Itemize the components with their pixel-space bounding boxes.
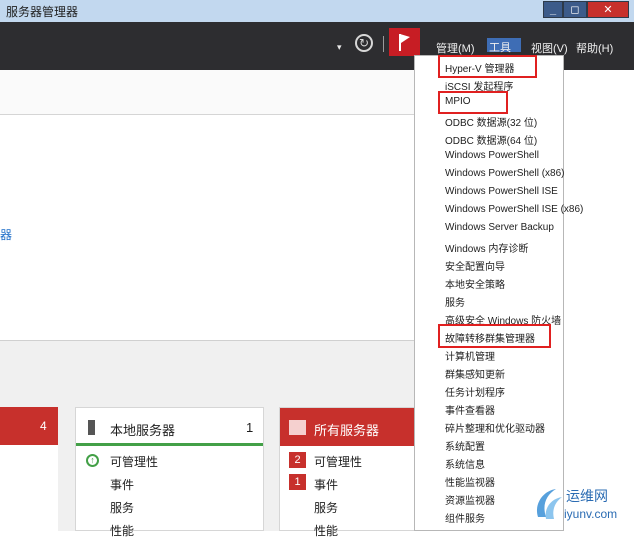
servers-icon <box>289 420 306 435</box>
menu-tools[interactable]: 工具(T) <box>487 38 521 67</box>
all-servers-title: 所有服务器 <box>314 423 380 438</box>
notification-flag-button[interactable] <box>389 28 420 56</box>
status-ok-icon: ↑ <box>86 454 99 467</box>
status-badge: 1 <box>289 474 306 490</box>
menu-item-system-information[interactable]: 系统信息 <box>445 456 485 471</box>
menu-item-event-viewer[interactable]: 事件查看器 <box>445 402 495 417</box>
partial-link[interactable]: 器 <box>0 226 12 243</box>
watermark-url: iyunv.com <box>564 507 618 521</box>
menu-item-cluster-aware-updating[interactable]: 群集感知更新 <box>445 366 505 381</box>
menu-view[interactable]: 视图(V) <box>531 40 568 56</box>
maximize-button[interactable]: ◻ <box>563 1 587 18</box>
menu-item-powershell-ise-x86[interactable]: Windows PowerShell ISE (x86) <box>445 204 583 215</box>
chevron-down-icon[interactable]: ▾ <box>337 42 342 53</box>
maximize-icon: ◻ <box>570 4 580 16</box>
highlight-box-mpio <box>438 91 508 114</box>
local-row-manageability[interactable]: 可管理性 <box>110 453 158 470</box>
menu-item-memory-diagnostic[interactable]: Windows 内存诊断 <box>445 240 528 255</box>
menu-item-performance-monitor[interactable]: 性能监视器 <box>445 474 495 489</box>
local-row-events[interactable]: 事件 <box>110 476 134 493</box>
menu-item-powershell-x86[interactable]: Windows PowerShell (x86) <box>445 168 565 179</box>
menu-item-powershell[interactable]: Windows PowerShell <box>445 150 539 161</box>
all-row-events[interactable]: 事件 <box>314 476 338 493</box>
menu-item-server-backup[interactable]: Windows Server Backup <box>445 222 554 233</box>
close-icon: ✕ <box>603 4 613 16</box>
minimize-icon: _ <box>549 3 557 16</box>
menu-help[interactable]: 帮助(H) <box>576 40 613 56</box>
menu-item-component-services[interactable]: 组件服务 <box>445 510 485 525</box>
menu-item-resource-monitor[interactable]: 资源监视器 <box>445 492 495 507</box>
menu-item-system-configuration[interactable]: 系统配置 <box>445 438 485 453</box>
all-servers-tile-header[interactable]: 所有服务器 <box>280 408 414 446</box>
watermark-name: 运维网 <box>566 488 608 504</box>
local-server-tile-header[interactable]: 本地服务器 1 <box>76 408 263 446</box>
roles-tile-header[interactable]: 4 <box>0 407 58 445</box>
title-bar: 服务器管理器 _ ◻ ✕ <box>0 0 634 23</box>
server-icon <box>88 420 95 435</box>
menu-item-local-security-policy[interactable]: 本地安全策略 <box>445 276 505 291</box>
menu-item-defragment[interactable]: 碎片整理和优化驱动器 <box>445 420 545 435</box>
window-title: 服务器管理器 <box>6 5 79 19</box>
menu-manage[interactable]: 管理(M) <box>436 40 475 56</box>
menu-item-odbc-32[interactable]: ODBC 数据源(32 位) <box>445 114 537 129</box>
menu-item-services[interactable]: 服务 <box>445 294 465 309</box>
menu-item-powershell-ise[interactable]: Windows PowerShell ISE <box>445 186 558 197</box>
menu-item-odbc-64[interactable]: ODBC 数据源(64 位) <box>445 132 537 147</box>
toolbar-divider <box>383 36 384 52</box>
roles-tile[interactable]: 4 <box>0 407 58 531</box>
local-row-services[interactable]: 服务 <box>110 499 134 516</box>
local-server-count: 1 <box>246 420 254 435</box>
menu-item-task-scheduler[interactable]: 任务计划程序 <box>445 384 505 399</box>
roles-count: 4 <box>40 419 47 433</box>
menu-item-computer-management[interactable]: 计算机管理 <box>445 348 495 363</box>
all-row-manageability[interactable]: 可管理性 <box>314 453 362 470</box>
welcome-panel <box>0 115 414 341</box>
refresh-icon[interactable]: ↻ <box>355 34 373 52</box>
menu-item-security-wizard[interactable]: 安全配置向导 <box>445 258 505 273</box>
all-row-services[interactable]: 服务 <box>314 499 338 516</box>
close-button[interactable]: ✕ <box>587 1 629 18</box>
local-server-title: 本地服务器 <box>110 423 176 438</box>
minimize-button[interactable]: _ <box>543 1 563 18</box>
highlight-box-hyperv <box>438 55 537 78</box>
all-servers-tile[interactable]: 所有服务器 2 1 可管理性 事件 服务 性能 <box>279 407 415 538</box>
dashboard-header <box>0 70 414 115</box>
status-badge: 2 <box>289 452 306 468</box>
notification-flag-icon <box>399 34 410 51</box>
local-server-tile[interactable]: 本地服务器 1 ↑ 可管理性 事件 服务 性能 <box>75 407 264 538</box>
highlight-box-failover <box>438 324 551 348</box>
